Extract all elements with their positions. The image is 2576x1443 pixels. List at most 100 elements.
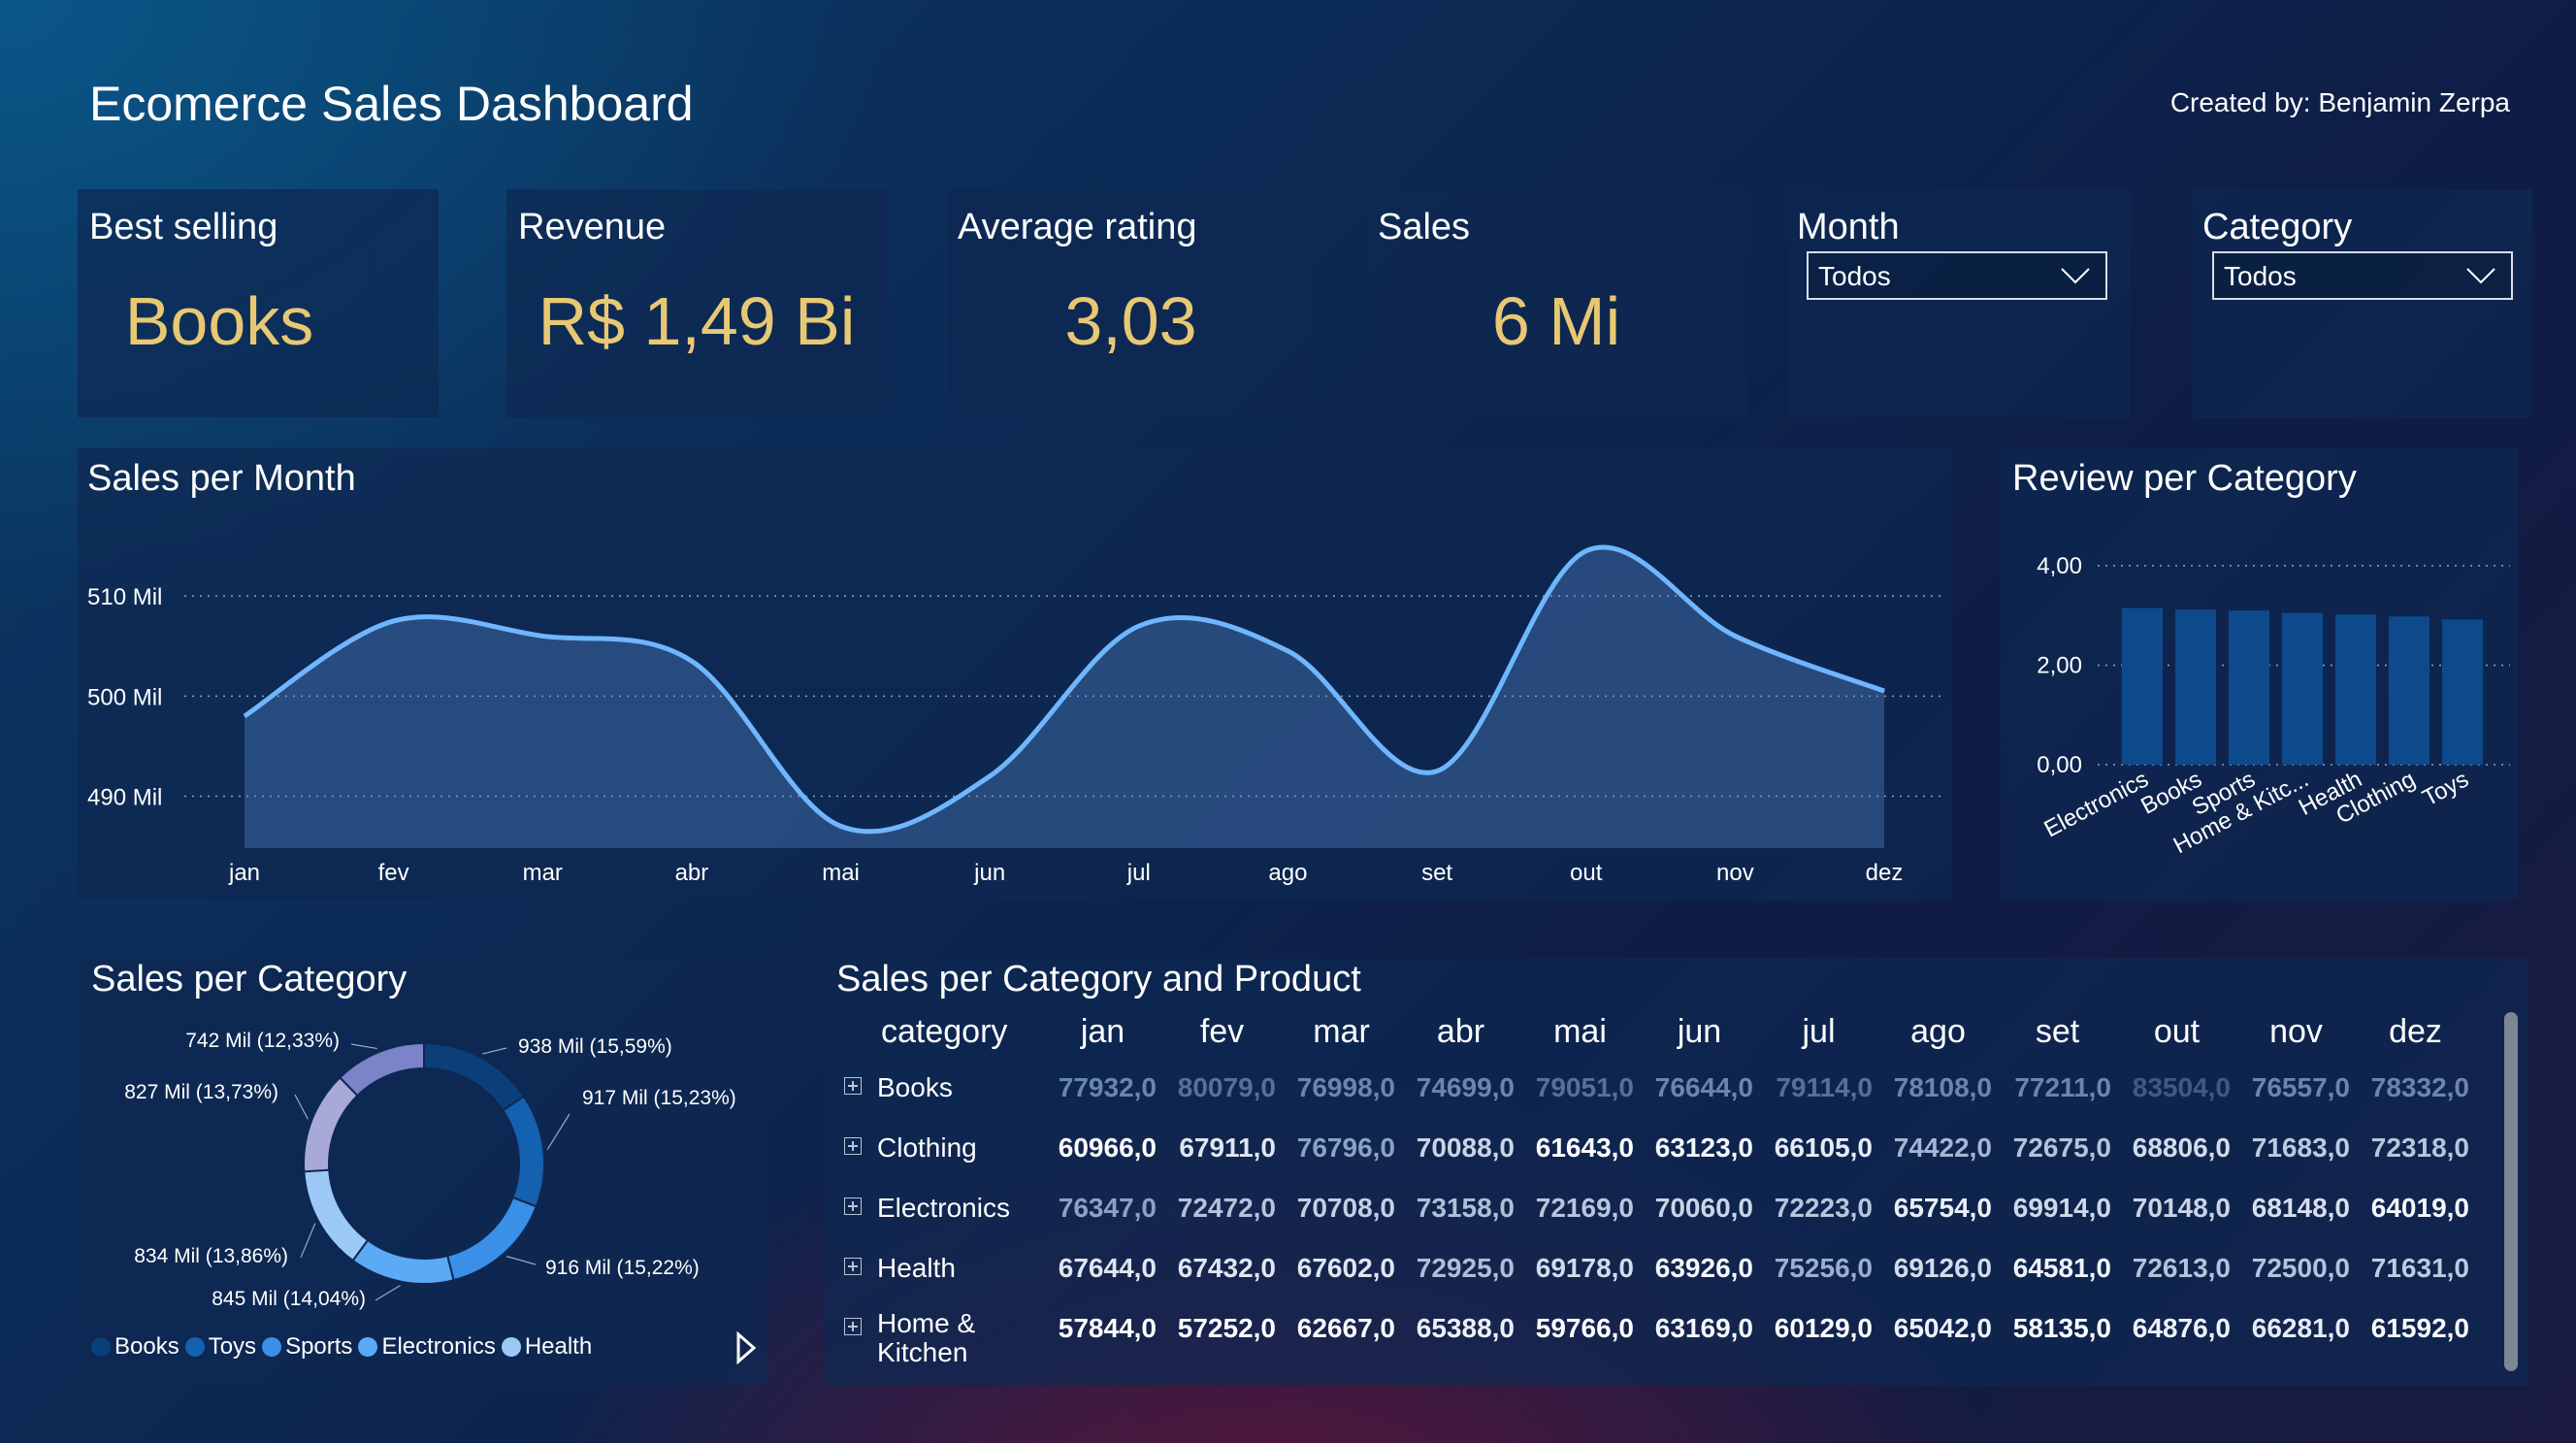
value-cell: 69126,0	[1893, 1253, 1992, 1283]
category-label: Books	[877, 1072, 953, 1102]
leader-line	[375, 1285, 401, 1301]
value-cell: 65388,0	[1416, 1313, 1515, 1343]
value-cell: 79051,0	[1535, 1072, 1634, 1102]
kpi-card-revenue: Revenue R$ 1,49 Bi	[506, 189, 887, 417]
value-cell: 64581,0	[2012, 1253, 2111, 1283]
donut-data-label: 938 Mil (15,59%)	[518, 1035, 672, 1058]
donut-legend: Books Toys Sports Electronics Health	[91, 1333, 598, 1361]
data-point	[1585, 550, 1587, 552]
expand-icon[interactable]	[844, 1318, 862, 1335]
column-header[interactable]: fev	[1162, 1007, 1282, 1061]
x-tick-label: mai	[822, 860, 860, 886]
donut-data-label: 834 Mil (13,86%)	[134, 1245, 288, 1267]
expand-icon[interactable]	[844, 1137, 862, 1155]
month-dropdown[interactable]: Todos	[1807, 251, 2107, 300]
value-cell: 63123,0	[1654, 1132, 1753, 1163]
sales-per-category-panel: Sales per Category 938 Mil (15,59%) 917 M…	[80, 959, 766, 1386]
category-label: Home & Kitchen	[877, 1308, 976, 1367]
column-header[interactable]: mai	[1520, 1007, 1640, 1061]
value-cell: 67602,0	[1296, 1253, 1395, 1283]
expand-icon[interactable]	[844, 1077, 862, 1095]
column-header[interactable]: nov	[2236, 1007, 2356, 1061]
donut-slice	[338, 1041, 425, 1098]
kpi-label: Best selling	[89, 207, 278, 247]
value-cell: 57252,0	[1177, 1313, 1276, 1343]
legend-label: Health	[524, 1333, 593, 1360]
value-cell: 65754,0	[1893, 1193, 1992, 1223]
value-cell: 76347,0	[1058, 1193, 1157, 1223]
table-row: Health 67644,0 67432,0 67602,0 72925,0 69178,…	[834, 1241, 2475, 1301]
data-point	[393, 620, 395, 622]
category-slicer: Category Todos	[2193, 189, 2532, 417]
value-cell: 72169,0	[1535, 1193, 1634, 1223]
value-cell: 68806,0	[2132, 1132, 2231, 1163]
value-cell: 71631,0	[2370, 1253, 2469, 1283]
donut-slice	[303, 1168, 370, 1263]
legend-dot	[501, 1337, 521, 1357]
category-cell: Clothing	[834, 1121, 1043, 1181]
kpi-label: Revenue	[518, 207, 667, 247]
sales-matrix-panel: Sales per Category and Product category j…	[825, 959, 2527, 1386]
column-header[interactable]: abr	[1401, 1007, 1520, 1061]
legend-label: Sports	[285, 1333, 353, 1360]
column-header[interactable]: set	[1998, 1007, 2117, 1061]
value-cell: 64876,0	[2132, 1313, 2231, 1343]
value-cell: 67911,0	[1179, 1132, 1276, 1163]
category-label: Health	[877, 1253, 956, 1283]
value-cell: 69178,0	[1535, 1253, 1634, 1283]
legend-item-books[interactable]: Books	[91, 1333, 179, 1361]
review-per-category-panel: Review per Category 4,00 2,00 0,00 Electron…	[2001, 448, 2518, 901]
category-dropdown[interactable]: Todos	[2212, 251, 2513, 300]
x-tick-label: jul	[1126, 860, 1151, 886]
legend-item-sports[interactable]: Sports	[262, 1333, 352, 1361]
matrix-scrollbar[interactable]	[2504, 1012, 2518, 1371]
value-cell: 72675,0	[2012, 1132, 2111, 1163]
column-header[interactable]: jan	[1043, 1007, 1162, 1061]
creator-credit: Created by: Benjamin Zerpa	[2169, 87, 2510, 117]
table-row: Home & Kitchen 57844,0 57252,0 62667,0 65388…	[834, 1301, 2475, 1367]
y-tick-label: 0,00	[2037, 752, 2082, 778]
table-row: Electronics 76347,0 72472,0 70708,0 73158,0 7…	[834, 1181, 2475, 1241]
bar	[2442, 619, 2483, 765]
column-header[interactable]: ago	[1878, 1007, 1998, 1061]
column-header[interactable]: out	[2117, 1007, 2236, 1061]
data-point	[1734, 635, 1736, 637]
expand-icon[interactable]	[844, 1197, 862, 1215]
value-cell: 76998,0	[1296, 1072, 1395, 1102]
column-header[interactable]: dez	[2356, 1007, 2475, 1061]
data-point	[1883, 690, 1885, 692]
column-header[interactable]: mar	[1282, 1007, 1401, 1061]
value-cell: 61643,0	[1535, 1132, 1634, 1163]
value-cell: 74699,0	[1416, 1072, 1515, 1102]
value-cell: 77211,0	[2014, 1072, 2111, 1102]
value-cell: 58135,0	[2012, 1313, 2111, 1343]
legend-item-electronics[interactable]: Electronics	[358, 1333, 496, 1361]
value-cell: 62667,0	[1296, 1313, 1395, 1343]
value-cell: 76644,0	[1654, 1072, 1753, 1102]
month-slicer: Month Todos	[1787, 189, 2131, 417]
column-header[interactable]: jun	[1640, 1007, 1759, 1061]
legend-item-toys[interactable]: Toys	[184, 1333, 257, 1361]
category-label: Clothing	[877, 1132, 977, 1163]
x-tick-label: jun	[973, 860, 1005, 886]
donut-data-label: 916 Mil (15,22%)	[545, 1257, 700, 1279]
chevron-down-icon	[2466, 268, 2495, 284]
value-cell: 72925,0	[1416, 1253, 1515, 1283]
sales-per-month-chart: 510 Mil 500 Mil 490 Mil jan fev mar abr mai jun j…	[87, 544, 1940, 886]
table-row: Clothing 60966,0 67911,0 76796,0 70088,0 6164…	[834, 1121, 2475, 1181]
data-point	[989, 775, 991, 777]
bar	[2335, 614, 2376, 765]
legend-next-arrow-icon[interactable]	[735, 1331, 757, 1364]
legend-item-health[interactable]: Health	[501, 1333, 593, 1361]
review-per-category-chart: 4,002,000,00ElectronicsBooksSportsHome &…	[2037, 553, 2510, 859]
value-cell: 70088,0	[1416, 1132, 1515, 1163]
legend-label: Toys	[208, 1333, 257, 1360]
month-slicer-label: Month	[1797, 207, 1900, 247]
value-cell: 77932,0	[1058, 1072, 1157, 1102]
donut-data-label: 845 Mil (14,04%)	[212, 1288, 366, 1310]
x-tick-label: dez	[1866, 860, 1904, 886]
column-header[interactable]: category	[834, 1007, 1043, 1061]
column-header[interactable]: jul	[1759, 1007, 1878, 1061]
x-tick-label: jan	[228, 860, 260, 886]
expand-icon[interactable]	[844, 1258, 862, 1275]
